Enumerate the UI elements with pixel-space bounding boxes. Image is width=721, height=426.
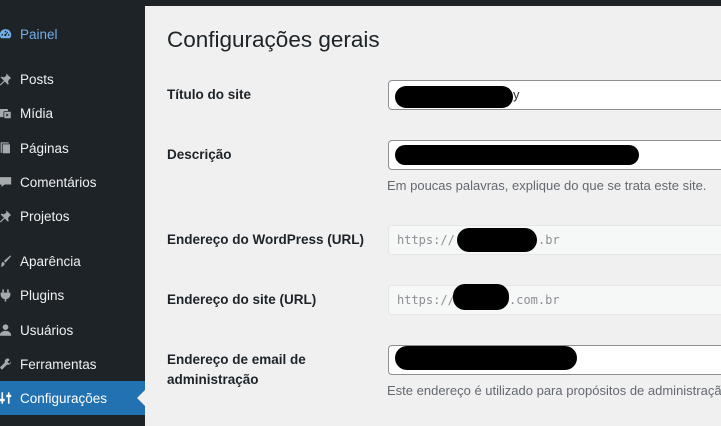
- page-icon: [0, 140, 12, 156]
- admin-email-label-line1: Endereço de email de: [167, 352, 306, 367]
- wp-url-prefix: https://: [397, 233, 455, 247]
- admin-email-hint: Este endereço é utilizado para propósito…: [387, 383, 721, 398]
- redaction-mark: [395, 346, 577, 370]
- wp-url-suffix: .br: [538, 233, 560, 247]
- sidebar-item-aparencia[interactable]: Aparência: [0, 244, 145, 278]
- site-url-suffix: .com.br: [509, 293, 560, 307]
- redaction-mark: [395, 145, 639, 165]
- site-title-label: Título do site: [167, 87, 251, 102]
- description-label: Descrição: [167, 147, 232, 162]
- sidebar-item-label: Mídia: [20, 105, 54, 121]
- admin-email-label-line2: administração: [167, 372, 259, 387]
- wrench-icon: [0, 356, 12, 372]
- sidebar-item-label: Aparência: [20, 253, 81, 269]
- users-icon: [0, 322, 12, 338]
- sidebar-item-configuracoes[interactable]: Configurações: [0, 381, 145, 415]
- brush-icon: [0, 253, 12, 269]
- sidebar-item-label: Ferramentas: [20, 356, 97, 372]
- media-icon: [0, 105, 12, 121]
- page-title: Configurações gerais: [167, 27, 380, 52]
- sidebar-item-label: Comentários: [20, 174, 97, 190]
- sidebar-item-midia[interactable]: Mídia: [0, 96, 145, 130]
- sidebar-item-projetos[interactable]: Projetos: [0, 199, 145, 233]
- site-url-prefix: https://: [397, 293, 455, 307]
- site-url-label: Endereço do site (URL): [167, 292, 317, 307]
- sidebar-item-usuarios[interactable]: Usuários: [0, 313, 145, 347]
- site-title-value: y: [513, 87, 520, 102]
- wp-url-input: https:// .br: [388, 225, 721, 255]
- sidebar-item-plugins[interactable]: Plugins: [0, 278, 145, 312]
- redaction-mark: [453, 284, 509, 310]
- dashboard-icon: [0, 26, 12, 42]
- sidebar-item-label: Páginas: [20, 140, 69, 156]
- redaction-mark: [457, 228, 537, 252]
- settings-main: Configurações gerais Título do site y De…: [145, 6, 721, 426]
- site-url-input: https:// .com.br: [388, 285, 721, 315]
- sidebar-item-comentarios[interactable]: Comentários: [0, 165, 145, 199]
- admin-email-label: Endereço de email de administração: [167, 350, 306, 390]
- sidebar-item-label: Configurações: [20, 390, 108, 406]
- admin-sidebar: Painel Posts Mídia Páginas Comentários P…: [0, 0, 145, 426]
- sidebar-item-label: Usuários: [20, 322, 74, 338]
- redaction-mark: [395, 86, 513, 108]
- sidebar-item-label: Plugins: [20, 287, 65, 303]
- sidebar-item-ferramentas[interactable]: Ferramentas: [0, 347, 145, 381]
- sidebar-item-label: Posts: [20, 71, 54, 87]
- comment-icon: [0, 174, 12, 190]
- description-hint: Em poucas palavras, explique do que se t…: [387, 178, 707, 193]
- pin-icon: [0, 71, 12, 87]
- wp-url-label: Endereço do WordPress (URL): [167, 232, 365, 247]
- sidebar-item-painel[interactable]: Painel: [0, 17, 145, 51]
- sidebar-item-posts[interactable]: Posts: [0, 62, 145, 96]
- sidebar-item-label: Projetos: [20, 208, 70, 224]
- settings-icon: [0, 390, 12, 406]
- sidebar-item-paginas[interactable]: Páginas: [0, 131, 145, 165]
- sidebar-item-label: Painel: [20, 26, 58, 42]
- pin-icon: [0, 208, 12, 224]
- plugin-icon: [0, 287, 12, 303]
